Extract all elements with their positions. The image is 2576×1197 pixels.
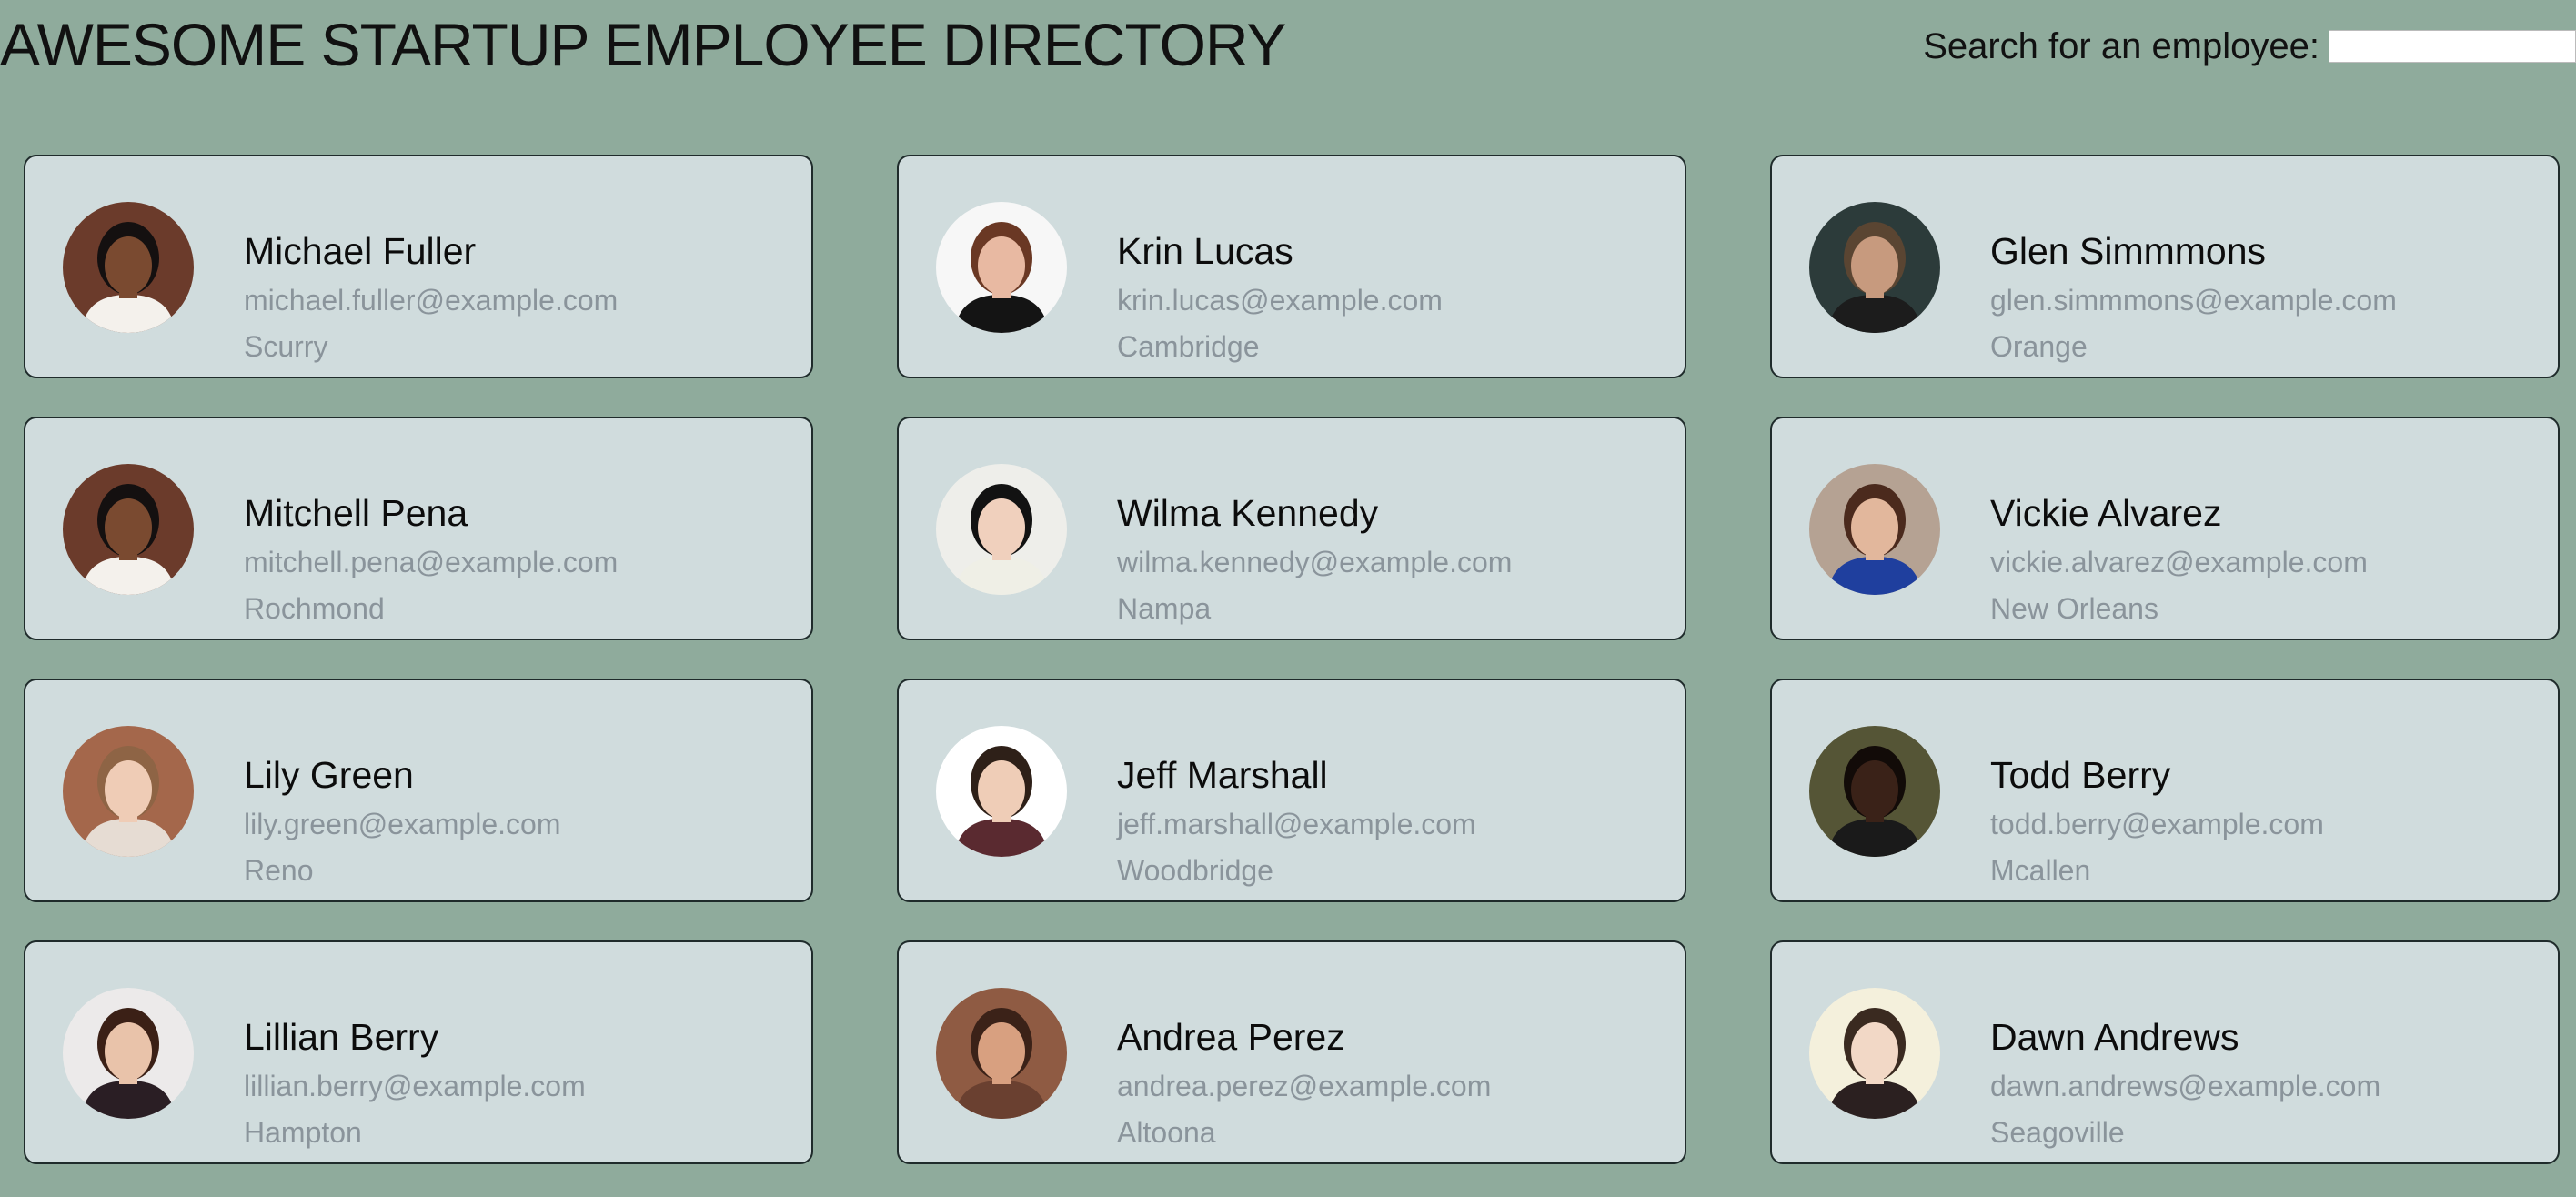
employee-card[interactable]: Andrea Perez andrea.perez@example.com Alto… [897,940,1686,1164]
employee-info: Lillian Berry lillian.berry@example.com Ha… [244,1013,586,1157]
employee-name: Dawn Andrews [1990,1016,2239,1058]
employee-name: Michael Fuller [244,230,477,272]
employee-city: Mcallen [1990,854,2091,887]
employee-info: Dawn Andrews dawn.andrews@example.com Seag… [1990,1013,2380,1157]
employee-info: Wilma Kennedy wilma.kennedy@example.com Na… [1117,489,1512,633]
employee-email: glen.simmmons@example.com [1990,284,2397,317]
employee-city: Scurry [244,330,328,363]
employee-card[interactable]: Wilma Kennedy wilma.kennedy@example.com Na… [897,417,1686,640]
employee-avatar [936,202,1067,333]
employee-card[interactable]: Todd Berry todd.berry@example.com Mcallen [1770,679,2560,902]
employee-email: vickie.alvarez@example.com [1990,546,2368,578]
employee-city: Rochmond [244,592,385,625]
employee-city: Cambridge [1117,330,1260,363]
employee-city: New Orleans [1990,592,2158,625]
employee-name: Lillian Berry [244,1016,439,1058]
employee-info: Lily Green lily.green@example.com Reno [244,751,560,895]
employee-city: Seagoville [1990,1116,2125,1149]
employee-card[interactable]: Lily Green lily.green@example.com Reno [24,679,813,902]
employee-card[interactable]: Mitchell Pena mitchell.pena@example.com Ro… [24,417,813,640]
employee-name: Andrea Perez [1117,1016,1345,1058]
employee-city: Orange [1990,330,2088,363]
employee-name: Jeff Marshall [1117,754,1328,796]
employee-avatar [1809,988,1940,1119]
employee-city: Woodbridge [1117,854,1273,887]
employee-card[interactable]: Lillian Berry lillian.berry@example.com Ha… [24,940,813,1164]
employee-card[interactable]: Jeff Marshall jeff.marshall@example.com Wo… [897,679,1686,902]
employee-name: Krin Lucas [1117,230,1293,272]
employee-avatar [63,988,194,1119]
employee-email: lillian.berry@example.com [244,1070,586,1102]
employee-email: wilma.kennedy@example.com [1117,546,1513,578]
search-input[interactable] [2329,30,2576,63]
search-label: Search for an employee: [1923,25,2319,66]
employee-name: Mitchell Pena [244,492,468,534]
search-bar: Search for an employee: [1923,24,2576,69]
employee-email: jeff.marshall@example.com [1117,808,1476,840]
employee-city: Reno [244,854,314,887]
employee-name: Lily Green [244,754,414,796]
employee-info: Vickie Alvarez vickie.alvarez@example.com… [1990,489,2368,633]
employee-city: Nampa [1117,592,1212,625]
employee-name: Glen Simmmons [1990,230,2267,272]
employee-avatar [936,988,1067,1119]
employee-info: Jeff Marshall jeff.marshall@example.com Wo… [1117,751,1476,895]
employee-card[interactable]: Vickie Alvarez vickie.alvarez@example.com… [1770,417,2560,640]
employee-city: Hampton [244,1116,362,1149]
employee-avatar [63,464,194,595]
employee-avatar [936,464,1067,595]
employee-card[interactable]: Krin Lucas krin.lucas@example.com Cambridg… [897,155,1686,378]
employee-info: Krin Lucas krin.lucas@example.com Cambridg… [1117,227,1443,371]
employee-email: andrea.perez@example.com [1117,1070,1492,1102]
employee-card[interactable]: Glen Simmmons glen.simmmons@example.com Or… [1770,155,2560,378]
employee-email: krin.lucas@example.com [1117,284,1443,317]
employee-email: michael.fuller@example.com [244,284,619,317]
employee-avatar [936,726,1067,857]
employee-card[interactable]: Michael Fuller michael.fuller@example.com… [24,155,813,378]
employee-info: Todd Berry todd.berry@example.com Mcallen [1990,751,2324,895]
employee-info: Mitchell Pena mitchell.pena@example.com Ro… [244,489,618,633]
employee-email: todd.berry@example.com [1990,808,2324,840]
employee-name: Vickie Alvarez [1990,492,2222,534]
employee-info: Michael Fuller michael.fuller@example.com… [244,227,618,371]
employee-name: Todd Berry [1990,754,2171,796]
employee-email: lily.green@example.com [244,808,561,840]
employee-city: Altoona [1117,1116,1216,1149]
employee-avatar [1809,464,1940,595]
employee-email: dawn.andrews@example.com [1990,1070,2381,1102]
employee-avatar [1809,202,1940,333]
employee-info: Glen Simmmons glen.simmmons@example.com Or… [1990,227,2397,371]
page-header: AWESOME STARTUP EMPLOYEE DIRECTORY Searc… [0,0,2576,91]
employee-grid: Michael Fuller michael.fuller@example.com… [24,155,2561,1164]
employee-name: Wilma Kennedy [1117,492,1379,534]
employee-card[interactable]: Dawn Andrews dawn.andrews@example.com Seag… [1770,940,2560,1164]
employee-avatar [63,726,194,857]
employee-email: mitchell.pena@example.com [244,546,619,578]
page-title: AWESOME STARTUP EMPLOYEE DIRECTORY [0,11,1286,78]
employee-avatar [63,202,194,333]
employee-info: Andrea Perez andrea.perez@example.com Alto… [1117,1013,1491,1157]
employee-avatar [1809,726,1940,857]
